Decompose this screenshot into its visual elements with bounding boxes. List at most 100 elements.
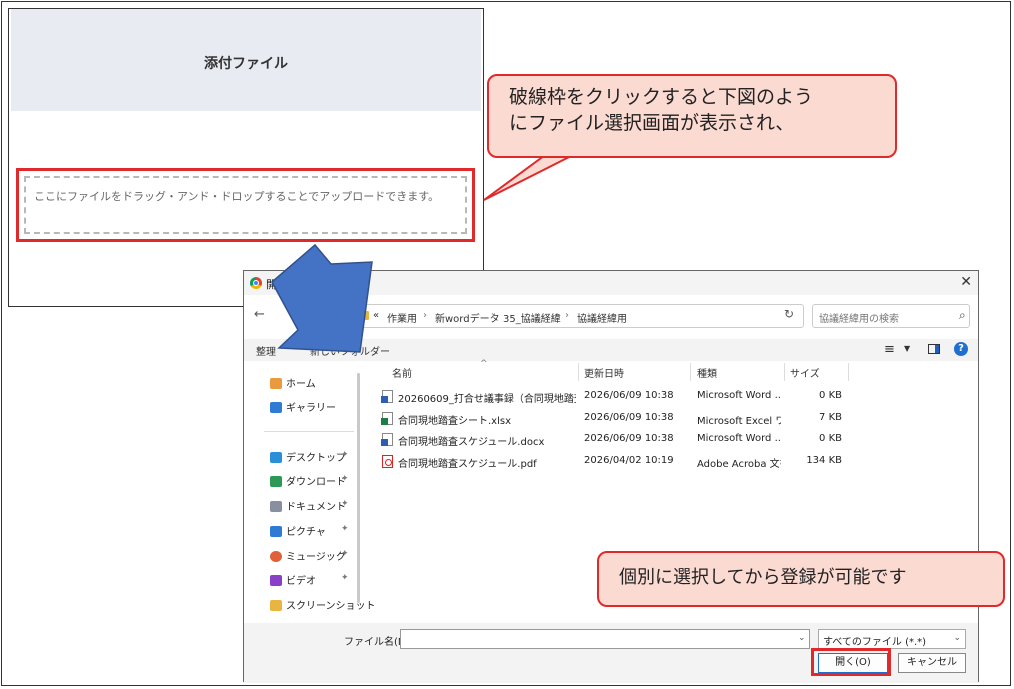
open-button-highlight <box>811 648 891 676</box>
column-separator[interactable] <box>690 363 691 381</box>
sidebar-item-label: ドキュメント <box>286 502 346 513</box>
chevron-down-icon[interactable]: ▼ <box>904 344 910 353</box>
download-icon <box>270 476 282 487</box>
sidebar-item-label: デスクトップ <box>286 453 346 464</box>
pin-icon[interactable]: ✦ <box>341 524 349 534</box>
sidebar-item-label: ダウンロード <box>286 477 346 488</box>
folder-icon <box>357 311 369 320</box>
breadcrumb-item[interactable]: 協議経緯用 <box>577 310 627 325</box>
video-icon <box>270 575 282 586</box>
close-icon[interactable]: ✕ <box>960 274 972 290</box>
file-type: Microsoft Excel ワ... <box>697 416 781 427</box>
excel-file-icon <box>381 412 393 425</box>
pin-icon[interactable]: ✦ <box>341 450 349 460</box>
sidebar-item-label: ホーム <box>286 379 316 390</box>
breadcrumb-item[interactable]: 35_協議経緯 <box>503 310 561 325</box>
column-separator[interactable] <box>578 363 579 381</box>
sidebar-item-gallery[interactable]: ギャラリー <box>270 399 336 414</box>
navigation-pane: ホーム ギャラリー デスクトップ ダウンロード ドキュメント ピクチャ ミュージ… <box>244 363 376 623</box>
file-row[interactable]: 合同現地踏査スケジュール.pdf 2026/04/02 10:19 Adobe … <box>364 452 844 472</box>
top-callout-line: にファイル選択画面が表示され、 <box>509 112 795 134</box>
gallery-icon <box>270 402 282 413</box>
file-size: 7 KB <box>819 412 842 423</box>
sidebar-item-label: ビデオ <box>286 576 316 587</box>
file-modified: 2026/06/09 10:38 <box>584 433 674 444</box>
word-file-icon <box>381 390 393 403</box>
breadcrumb-separator: › <box>491 310 495 321</box>
breadcrumb-separator: › <box>565 310 569 321</box>
column-separator[interactable] <box>784 363 785 381</box>
sidebar-divider <box>264 431 354 432</box>
column-header-modified[interactable]: 更新日時 <box>584 365 624 380</box>
file-name: 合同現地踏査スケジュール.docx <box>398 437 545 448</box>
sidebar-item-videos[interactable]: ビデオ <box>270 572 316 587</box>
file-name: 合同現地踏査シート.xlsx <box>398 416 512 427</box>
bottom-callout-text: 個別に選択してから登録が可能です <box>619 567 907 588</box>
file-size: 134 KB <box>806 455 842 466</box>
chevron-down-icon[interactable]: ⌄ <box>798 633 806 643</box>
top-callout: 破線枠をクリックすると下図のよう にファイル選択画面が表示され、 <box>487 74 897 158</box>
folder-icon <box>270 600 282 611</box>
sort-ascending-icon: ^ <box>480 359 488 369</box>
sidebar-scrollbar[interactable] <box>357 373 360 603</box>
pin-icon[interactable]: ✦ <box>341 474 349 484</box>
file-modified: 2026/06/09 10:38 <box>584 412 674 423</box>
file-modified: 2026/04/02 10:19 <box>584 455 674 466</box>
desktop-icon <box>270 452 282 463</box>
organize-button[interactable]: 整理 <box>256 343 276 358</box>
breadcrumb-item[interactable]: 新wordデータ <box>435 310 500 325</box>
pin-icon[interactable]: ✦ <box>341 499 349 509</box>
sidebar-item-music[interactable]: ミュージック <box>270 548 346 563</box>
view-menu-icon[interactable]: ≡ <box>884 342 895 357</box>
file-type: Microsoft Word ... <box>697 433 781 444</box>
address-bar[interactable]: « 作業用 › 新wordデータ › 35_協議経緯 › 協議経緯用 <box>352 304 804 328</box>
word-file-icon <box>381 433 393 446</box>
file-row[interactable]: 合同現地踏査スケジュール.docx 2026/06/09 10:38 Micro… <box>364 430 844 450</box>
file-modified: 2026/06/09 10:38 <box>584 390 674 401</box>
new-folder-button[interactable]: 新しいフォルダー <box>310 343 390 358</box>
search-icon: ⌕ <box>959 308 966 322</box>
dialog-toolbar: 整理 新しいフォルダー ≡ ▼ ? <box>244 339 978 361</box>
breadcrumb-overflow[interactable]: « <box>373 310 379 321</box>
chevron-down-icon: ⌄ <box>953 633 961 643</box>
navigation-bar: ← « 作業用 › 新wordデータ › 35_協議経緯 › 協議経緯用 ↻ 協… <box>244 303 978 329</box>
file-type: Microsoft Word ... <box>697 390 781 401</box>
pin-icon[interactable]: ✦ <box>341 549 349 559</box>
breadcrumb-separator: › <box>423 310 427 321</box>
file-size: 0 KB <box>819 433 842 444</box>
sidebar-item-label: ミュージック <box>286 552 346 563</box>
sidebar-item-pictures[interactable]: ピクチャ <box>270 523 326 538</box>
top-callout-line: 破線枠をクリックすると下図のよう <box>509 86 814 108</box>
cancel-button[interactable]: キャンセル <box>898 653 966 673</box>
dialog-title: 開く <box>266 278 288 291</box>
refresh-icon[interactable]: ↻ <box>784 307 794 321</box>
file-type: Adobe Acroba 文書 <box>697 459 781 470</box>
sidebar-item-label: ギャラリー <box>286 403 336 414</box>
pdf-file-icon <box>382 455 393 468</box>
sidebar-item-home[interactable]: ホーム <box>270 375 316 390</box>
column-header-name[interactable]: 名前 <box>392 365 412 380</box>
column-header-size[interactable]: サイズ <box>790 365 820 380</box>
filename-input[interactable] <box>400 629 810 649</box>
sidebar-item-desktop[interactable]: デスクトップ <box>270 449 346 464</box>
help-icon[interactable]: ? <box>954 342 968 356</box>
search-input[interactable]: 協議経緯用の検索 <box>812 304 970 328</box>
home-icon <box>270 378 282 389</box>
sidebar-item-downloads[interactable]: ダウンロード <box>270 473 346 488</box>
pictures-icon <box>270 526 282 537</box>
preview-pane-icon[interactable] <box>928 344 940 354</box>
back-arrow-icon[interactable]: ← <box>254 307 265 322</box>
sidebar-item-label: スクリーンショット <box>286 601 376 612</box>
file-row[interactable]: 20260609_打合せ議事録（合同現地踏査... 2026/06/09 10:… <box>364 387 844 407</box>
sidebar-item-label: ピクチャ <box>286 527 326 538</box>
music-icon <box>270 551 282 562</box>
chrome-icon <box>250 277 262 289</box>
breadcrumb-item[interactable]: 作業用 <box>387 310 417 325</box>
pin-icon[interactable]: ✦ <box>341 573 349 583</box>
file-size: 0 KB <box>819 390 842 401</box>
column-separator[interactable] <box>848 363 849 381</box>
column-header-type[interactable]: 種類 <box>697 365 717 380</box>
file-type-filter[interactable]: すべてのファイル (*.*) ⌄ <box>818 629 966 649</box>
file-row[interactable]: 合同現地踏査シート.xlsx 2026/06/09 10:38 Microsof… <box>364 409 844 429</box>
sidebar-item-documents[interactable]: ドキュメント <box>270 498 346 513</box>
